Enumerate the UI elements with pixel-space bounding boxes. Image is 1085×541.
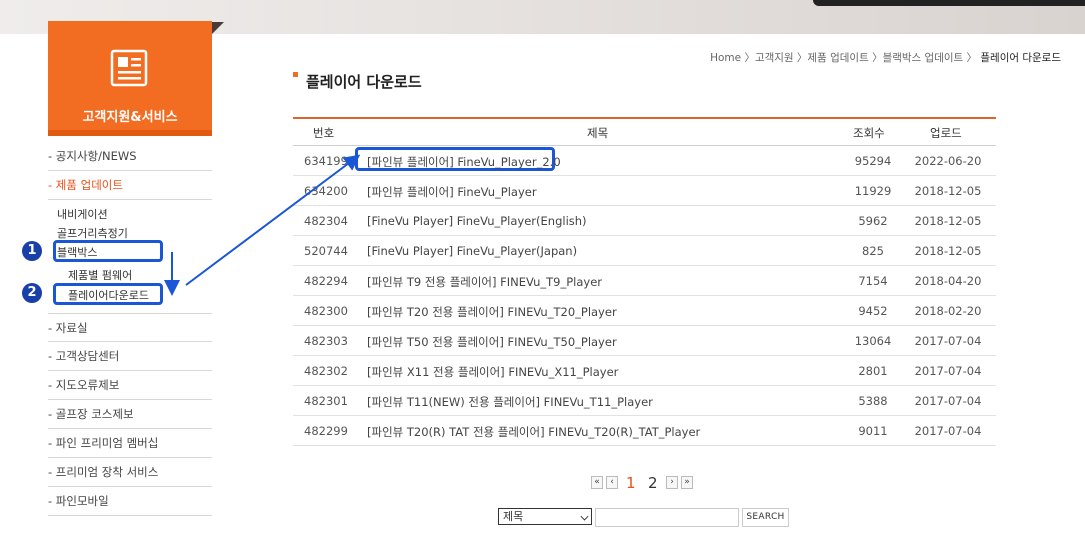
cell-number: 520744 [304,244,348,258]
last-page-button[interactable]: » [681,476,693,489]
chevron-down-icon [580,512,589,521]
header-number: 번호 [313,126,335,140]
banner-notch [212,22,224,34]
search-input[interactable] [595,508,739,527]
cell-views: 825 [862,244,884,258]
submenu-navigation[interactable]: 내비게이션 [57,206,108,222]
cell-number: 482300 [304,304,348,318]
page-1[interactable]: 1 [626,474,636,492]
prev-page-button[interactable]: ‹ [606,476,618,489]
cell-title-link[interactable]: [파인뷰 플레이어] FineVu_Player_2.0 [367,154,561,170]
cell-views: 2801 [858,364,888,378]
table-row[interactable]: 482303 [파인뷰 T50 전용 플레이어] FINEVu_T50_Playe… [293,326,996,356]
table-row[interactable]: 520744 [FineVu Player] FineVu_Player(Japa… [293,236,996,266]
table-row[interactable]: 482301 [파인뷰 T11(NEW) 전용 플레이어] FINEVu_T11_… [293,386,996,416]
sidebar-header: 고객지원&서비스 [48,21,212,136]
breadcrumb-path[interactable]: 〉고객지원 〉제품 업데이트 〉블랙박스 업데이트 〉 [744,52,977,64]
header-title: 제목 [587,126,609,140]
page-title: 플레이어 다운로드 [306,73,422,91]
cell-views: 7154 [858,274,888,288]
cell-number: 634200 [304,184,348,198]
table-row[interactable]: 482304 [FineVu Player] FineVu_Player(Engl… [293,206,996,236]
cell-views: 9452 [858,304,888,318]
cell-number: 482294 [304,274,348,288]
sidebar-item-product-update[interactable]: - 제품 업데이트 [48,171,212,200]
cell-date: 2018-12-05 [914,244,982,258]
cell-date: 2017-07-04 [914,364,982,378]
cell-title-link[interactable]: [파인뷰 X11 전용 플레이어] FINEVu_X11_Player [367,364,618,380]
breadcrumb-current: 플레이어 다운로드 [980,52,1061,64]
cell-number: 482302 [304,364,348,378]
highlight-box-blackbox [53,240,163,262]
breadcrumb-home[interactable]: Home [710,52,741,64]
sidebar-item-archive[interactable]: - 자료실 [48,313,212,342]
next-page-button[interactable]: › [666,476,678,489]
cell-views: 5388 [858,394,888,408]
sidebar-item-fine-mobile[interactable]: - 파인모바일 [48,487,212,516]
sidebar-header-bar [48,130,212,136]
cell-date: 2017-07-04 [914,424,982,438]
header-upload-date: 업로드 [930,126,962,140]
page-2[interactable]: 2 [648,474,658,492]
breadcrumb: Home 〉고객지원 〉제품 업데이트 〉블랙박스 업데이트 〉 플레이어 다운… [710,50,1061,65]
search-field-value: 제목 [503,510,524,523]
cell-title-link[interactable]: [파인뷰 플레이어] FineVu_Player [367,184,537,200]
sidebar-item-notice[interactable]: - 공지사항/NEWS [48,142,212,171]
sidebar-title: 고객지원&서비스 [82,110,178,125]
cell-title-link[interactable]: [FineVu Player] FineVu_Player(English) [367,214,587,228]
cell-number: 482304 [304,214,348,228]
cell-title-link[interactable]: [파인뷰 T20(R) TAT 전용 플레이어] FINEVu_T20(R)_T… [367,424,700,440]
cell-date: 2018-12-05 [914,184,982,198]
cell-views: 5962 [858,214,888,228]
cell-number: 634199 [304,154,348,168]
cell-date: 2017-07-04 [914,334,982,348]
cell-number: 482303 [304,334,348,348]
header-views: 조회수 [853,126,885,140]
annotation-badge-1: 1 [22,241,42,261]
table-row[interactable]: 482299 [파인뷰 T20(R) TAT 전용 플레이어] FINEVu_T2… [293,416,996,446]
sidebar-item-map-error-report[interactable]: - 지도오류제보 [48,371,212,400]
submenu-firmware[interactable]: 제품별 펌웨어 [68,267,132,283]
table-header: 번호 제목 조회수 업로드 [293,117,996,146]
sidebar-item-premium-install[interactable]: - 프리미엄 장착 서비스 [48,458,212,487]
cell-date: 2022-06-20 [914,154,982,168]
title-bullet [293,72,298,77]
table-row[interactable]: 482300 [파인뷰 T20 전용 플레이어] FINEVu_T20_Playe… [293,296,996,326]
cell-views: 13064 [854,334,892,348]
cell-date: 2018-12-05 [914,214,982,228]
annotation-badge-2: 2 [22,283,42,303]
sidebar-item-premium-membership[interactable]: - 파인 프리미엄 멤버십 [48,429,212,458]
table-row[interactable]: 482302 [파인뷰 X11 전용 플레이어] FINEVu_X11_Playe… [293,356,996,386]
table-row[interactable]: 634199 [파인뷰 플레이어] FineVu_Player_2.0 95294 2… [293,146,996,176]
sidebar-item-support-center[interactable]: - 고객상담센터 [48,342,212,371]
banner-device-image [813,0,1085,6]
table-row[interactable]: 634200 [파인뷰 플레이어] FineVu_Player 11929 2018-… [293,176,996,206]
cell-date: 2017-07-04 [914,394,982,408]
cell-date: 2018-02-20 [914,304,982,318]
cell-number: 482301 [304,394,348,408]
cell-title-link[interactable]: [FineVu Player] FineVu_Player(Japan) [367,244,577,258]
submenu-golf-rangefinder[interactable]: 골프거리측정기 [57,225,128,241]
first-page-button[interactable]: « [591,476,603,489]
cell-title-link[interactable]: [파인뷰 T20 전용 플레이어] FINEVu_T20_Player [367,304,617,320]
search-field-select[interactable]: 제목 [498,508,592,525]
cell-number: 482299 [304,424,348,438]
cell-views: 95294 [854,154,892,168]
cell-title-link[interactable]: [파인뷰 T9 전용 플레이어] FINEVu_T9_Player [367,274,602,290]
cell-views: 11929 [854,184,892,198]
cell-title-link[interactable]: [파인뷰 T50 전용 플레이어] FINEVu_T50_Player [367,334,617,350]
newspaper-icon [110,49,148,87]
search-button[interactable]: SEARCH [742,508,789,527]
cell-title-link[interactable]: [파인뷰 T11(NEW) 전용 플레이어] FINEVu_T11_Player [367,394,653,410]
cell-views: 9011 [858,424,888,438]
table-row[interactable]: 482294 [파인뷰 T9 전용 플레이어] FINEVu_T9_Player 7… [293,266,996,296]
sidebar-item-golf-course-report[interactable]: - 골프장 코스제보 [48,400,212,429]
cell-date: 2018-04-20 [914,274,982,288]
highlight-box-player-download [53,283,163,305]
